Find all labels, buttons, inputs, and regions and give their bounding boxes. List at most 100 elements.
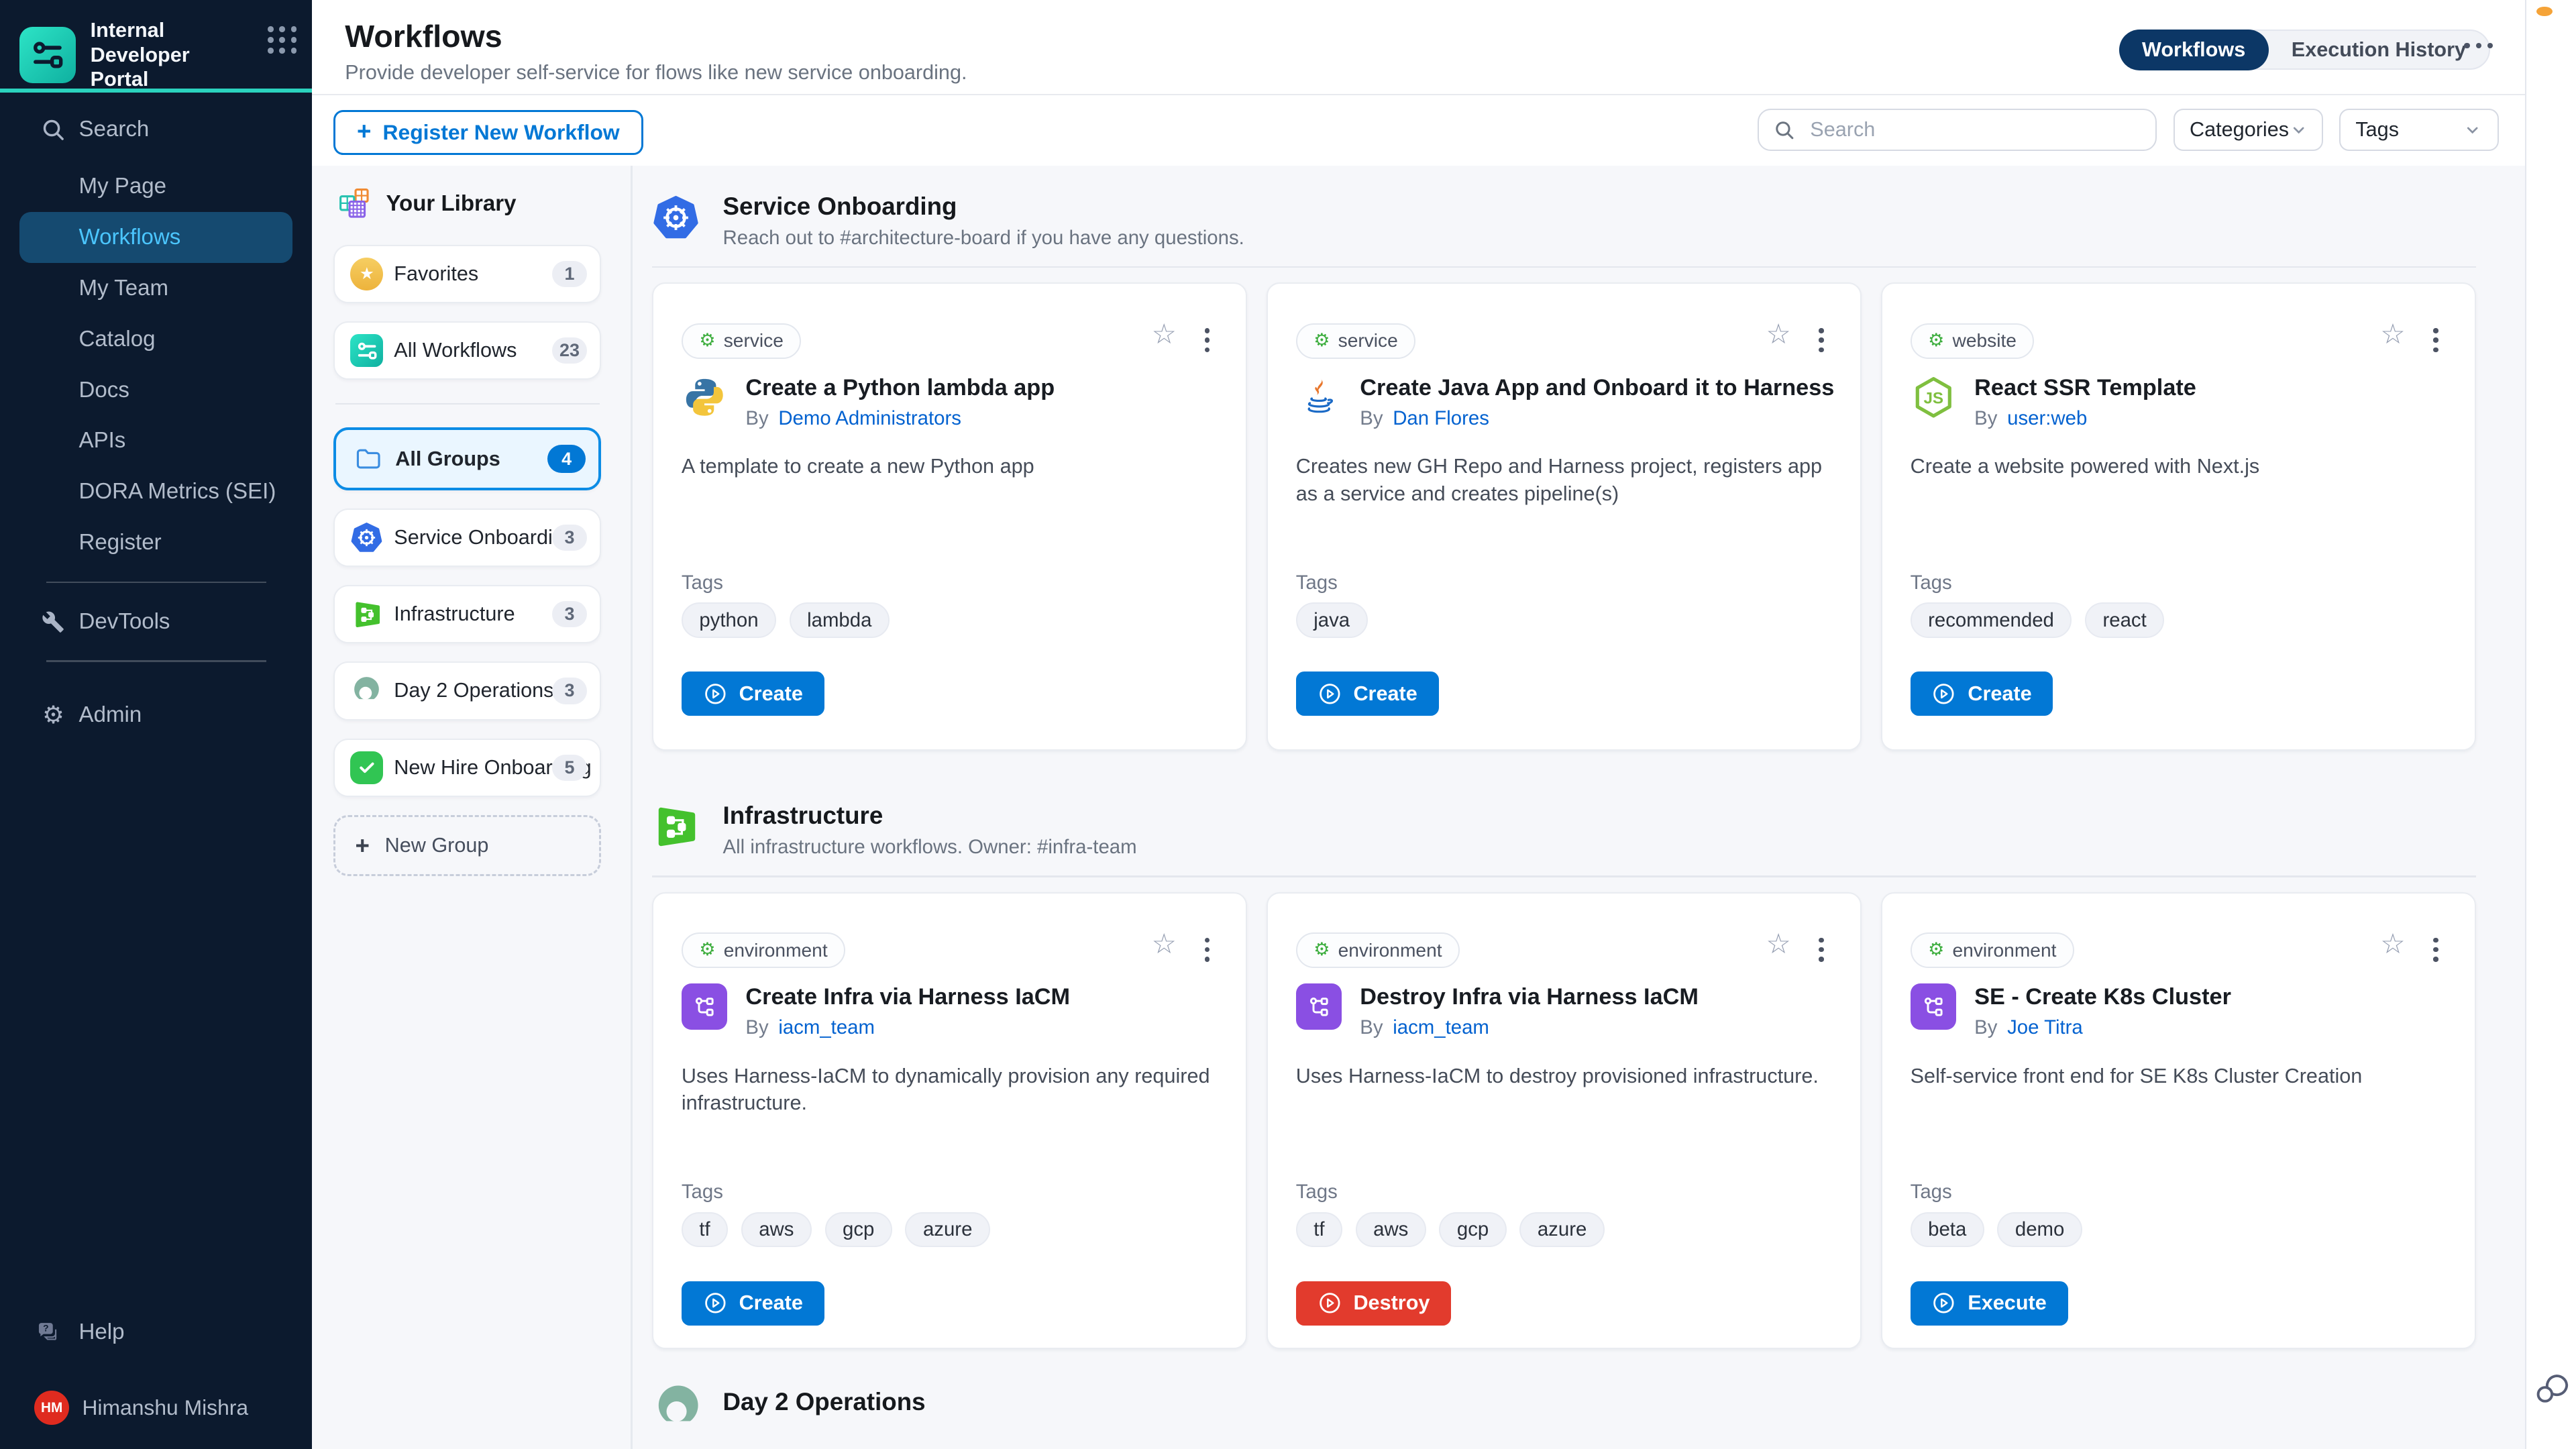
folder-icon bbox=[351, 441, 385, 476]
kind-chip: ⚙ service bbox=[682, 323, 802, 359]
library-item-infrastructure[interactable]: Infrastructure 3 bbox=[333, 585, 601, 643]
sidebar-item-label: Catalog bbox=[79, 327, 156, 352]
right-margin bbox=[2525, 0, 2576, 1449]
tags-dropdown[interactable]: Tags bbox=[2339, 109, 2499, 152]
tag-pill: lambda bbox=[790, 602, 890, 638]
gear-icon: ⚙ bbox=[40, 702, 68, 730]
sidebar-item-my-team[interactable]: My Team bbox=[0, 263, 312, 314]
sidebar-item-dora-metrics[interactable]: DORA Metrics (SEI) bbox=[0, 466, 312, 517]
new-group-button[interactable]: + New Group bbox=[333, 815, 601, 877]
library-item-new-hire-onboarding[interactable]: New Hire Onboarding 5 bbox=[333, 739, 601, 797]
workflow-description: Self-service front end for SE K8s Cluste… bbox=[1911, 1063, 2450, 1089]
sidebar-item-label: DevTools bbox=[79, 609, 170, 635]
create-button[interactable]: Create bbox=[682, 672, 824, 716]
search-input[interactable] bbox=[1807, 117, 2141, 144]
sidebar-item-apis[interactable]: APIs bbox=[0, 416, 312, 467]
kubernetes-icon bbox=[652, 194, 700, 248]
tag-pill: java bbox=[1296, 602, 1368, 638]
section-header: Infrastructure All infrastructure workfl… bbox=[652, 802, 2475, 863]
tags-label: Tags bbox=[682, 572, 723, 594]
favorite-star-icon[interactable]: ☆ bbox=[1152, 320, 1177, 348]
create-button[interactable]: Create bbox=[1296, 672, 1439, 716]
favorite-star-icon[interactable]: ☆ bbox=[1152, 930, 1177, 958]
sidebar-divider bbox=[46, 660, 266, 661]
apps-grid-icon[interactable] bbox=[260, 18, 306, 62]
card-menu-icon[interactable] bbox=[2430, 325, 2441, 356]
card-menu-icon[interactable] bbox=[1816, 934, 1827, 965]
favorite-star-icon[interactable]: ☆ bbox=[2380, 320, 2405, 348]
toolbar: + Register New Workflow Categories bbox=[312, 95, 2525, 167]
destroy-button[interactable]: Destroy bbox=[1296, 1281, 1452, 1326]
library-panel: Your Library ★ Favorites 1 bbox=[333, 182, 601, 877]
card-menu-icon[interactable] bbox=[1816, 325, 1827, 356]
page-subtitle: Provide developer self-service for flows… bbox=[345, 61, 967, 85]
workflow-card: ⚙ website ☆ JS bbox=[1881, 282, 2476, 751]
library-item-all-workflows[interactable]: All Workflows 23 bbox=[333, 321, 601, 380]
execute-button[interactable]: Execute bbox=[1911, 1281, 2068, 1326]
chevron-down-icon bbox=[2463, 120, 2482, 140]
tag-pill: azure bbox=[1519, 1212, 1604, 1248]
page-header: Workflows Provide developer self-service… bbox=[312, 0, 2525, 95]
plus-icon: + bbox=[356, 832, 370, 860]
tags-label: Tags bbox=[1911, 572, 1952, 594]
register-new-workflow-button[interactable]: + Register New Workflow bbox=[333, 110, 643, 155]
tag-list: tf aws gcp azure bbox=[1296, 1212, 1605, 1248]
create-button[interactable]: Create bbox=[682, 1281, 824, 1326]
owner-link[interactable]: user:web bbox=[2007, 407, 2087, 430]
card-menu-icon[interactable] bbox=[2430, 934, 2441, 965]
owner-link[interactable]: Joe Titra bbox=[2007, 1016, 2083, 1039]
create-button[interactable]: Create bbox=[1911, 672, 2053, 716]
owner-link[interactable]: Dan Flores bbox=[1393, 407, 1489, 430]
owner-link[interactable]: iacm_team bbox=[778, 1016, 875, 1039]
chat-bubbles-icon[interactable] bbox=[2533, 1368, 2573, 1415]
section-rule bbox=[652, 875, 2475, 877]
sidebar-item-help[interactable]: ? Help bbox=[0, 1309, 312, 1356]
harness-idp-logo-icon bbox=[19, 27, 75, 83]
more-options-icon[interactable] bbox=[2464, 43, 2493, 49]
sidebar-item-catalog[interactable]: Catalog bbox=[0, 314, 312, 365]
infra-circuit-icon bbox=[350, 597, 384, 631]
library-item-label: Favorites bbox=[394, 262, 478, 286]
iacm-workflow-icon bbox=[1911, 983, 1957, 1030]
sidebar-item-admin[interactable]: ⚙ Admin bbox=[0, 690, 312, 741]
sidebar-item-docs[interactable]: Docs bbox=[0, 365, 312, 416]
chevron-down-icon bbox=[2289, 120, 2308, 140]
favorite-star-icon[interactable]: ☆ bbox=[2380, 930, 2405, 958]
app-root: Internal Developer Portal Search My Page bbox=[0, 0, 2576, 1449]
card-menu-icon[interactable] bbox=[1201, 325, 1213, 356]
sidebar-item-workflows[interactable]: Workflows bbox=[19, 212, 292, 263]
favorite-star-icon[interactable]: ☆ bbox=[1766, 930, 1790, 958]
tag-pill: demo bbox=[1997, 1212, 2082, 1248]
tags-label: Tags bbox=[682, 1181, 723, 1203]
day2-ring-icon bbox=[350, 674, 384, 708]
workflow-byline: By Demo Administrators bbox=[745, 407, 1055, 430]
library-item-all-groups[interactable]: All Groups 4 bbox=[333, 427, 601, 490]
workflow-title: SE - Create K8s Cluster bbox=[1974, 983, 2231, 1012]
library-cube-icon bbox=[337, 186, 373, 222]
library-item-day2-operations[interactable]: Day 2 Operations 3 bbox=[333, 661, 601, 720]
svg-text:?: ? bbox=[44, 1322, 49, 1333]
sidebar-item-devtools[interactable]: DevTools bbox=[0, 596, 312, 647]
sidebar-item-label: Register bbox=[79, 530, 162, 555]
brand: Internal Developer Portal bbox=[19, 18, 292, 92]
sidebar-item-register[interactable]: Register bbox=[0, 517, 312, 568]
user-menu[interactable]: HM Himanshu Mishra bbox=[0, 1385, 312, 1431]
kind-chip: ⚙ environment bbox=[682, 932, 845, 968]
card-menu-icon[interactable] bbox=[1201, 934, 1213, 965]
workflow-title: Create Java App and Onboard it to Harnes… bbox=[1360, 374, 1834, 402]
owner-link[interactable]: iacm_team bbox=[1393, 1016, 1489, 1039]
favorite-star-icon[interactable]: ☆ bbox=[1766, 320, 1790, 348]
workflow-byline: By iacm_team bbox=[1360, 1016, 1699, 1039]
kind-chip: ⚙ environment bbox=[1911, 932, 2074, 968]
tab-workflows[interactable]: Workflows bbox=[2119, 30, 2269, 70]
workflows-list: Service Onboarding Reach out to #archite… bbox=[652, 166, 2475, 1440]
owner-link[interactable]: Demo Administrators bbox=[778, 407, 961, 430]
library-item-service-onboarding[interactable]: Service Onboarding 3 bbox=[333, 508, 601, 567]
sidebar-item-search[interactable]: Search bbox=[0, 105, 312, 154]
sidebar-item-my-page[interactable]: My Page bbox=[0, 161, 312, 212]
workflow-title: Create Infra via Harness IaCM bbox=[745, 983, 1070, 1012]
library-item-favorites[interactable]: ★ Favorites 1 bbox=[333, 245, 601, 303]
tab-execution-history[interactable]: Execution History bbox=[2269, 31, 2489, 68]
categories-dropdown[interactable]: Categories bbox=[2174, 109, 2323, 152]
gear-icon: ⚙ bbox=[699, 331, 715, 350]
